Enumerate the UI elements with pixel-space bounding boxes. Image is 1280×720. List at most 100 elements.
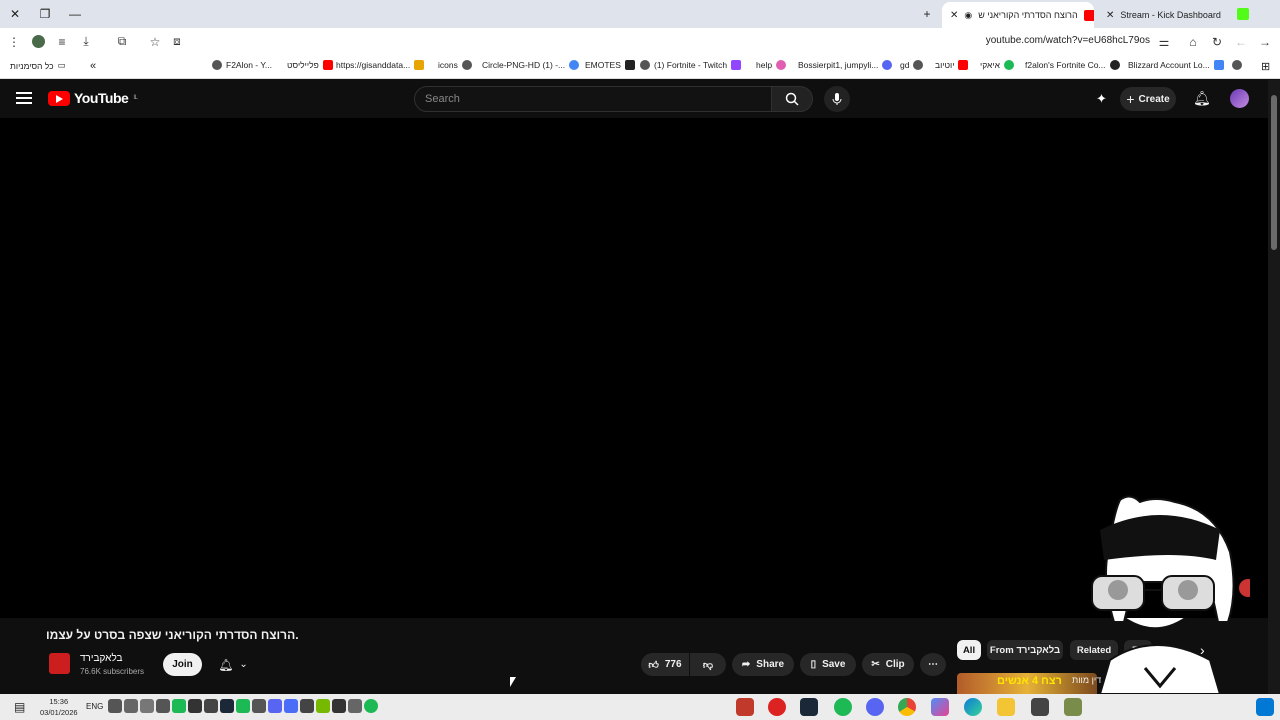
mic-tray-icon[interactable]	[108, 699, 122, 713]
windows-start-icon[interactable]	[1256, 698, 1274, 716]
spotify-tray-icon[interactable]	[364, 699, 378, 713]
tray-icon[interactable]	[332, 699, 346, 713]
file-explorer-icon[interactable]	[997, 698, 1015, 716]
tray-icon[interactable]	[300, 699, 314, 713]
tray-icon[interactable]	[284, 699, 298, 713]
volume-tray-icon[interactable]	[140, 699, 154, 713]
youtube-favicon-icon	[1083, 9, 1094, 21]
screenshot-icon[interactable]: ⧈	[165, 28, 189, 55]
language-indicator[interactable]: ENG	[86, 702, 103, 711]
camera-tray-icon[interactable]	[124, 699, 138, 713]
widgets-icon[interactable]	[1064, 698, 1082, 716]
spotify-tray-icon[interactable]	[172, 699, 186, 713]
download-icon[interactable]: ⤓	[74, 28, 98, 55]
notifications-bell-icon[interactable]: 🔔︎	[1193, 90, 1211, 107]
create-button[interactable]: + Create	[1120, 87, 1176, 111]
bookmark-star-icon[interactable]: ☆	[143, 28, 167, 55]
bookmarks-folder[interactable]: כל הסימניות ▭	[10, 60, 66, 71]
steam-tray-icon[interactable]	[220, 699, 234, 713]
minimize-window-icon[interactable]: —	[60, 0, 90, 28]
nvidia-tray-icon[interactable]	[316, 699, 330, 713]
scrollbar-thumb[interactable]	[1271, 95, 1277, 250]
reload-icon[interactable]: ↻	[1205, 28, 1229, 55]
bookmark-item[interactable]: יוטיוב	[935, 60, 969, 70]
tray-icon[interactable]	[348, 699, 362, 713]
bookmark-item[interactable]: EMOTES	[585, 60, 635, 70]
notification-center-icon[interactable]: ▤	[14, 700, 25, 714]
tray-icon[interactable]	[236, 699, 250, 713]
join-button[interactable]: Join	[163, 653, 202, 676]
bookmark-item[interactable]: icons	[438, 60, 472, 70]
reading-list-icon[interactable]: ≡	[50, 28, 74, 55]
valorant-app-icon[interactable]	[736, 698, 754, 716]
channel-avatar[interactable]	[49, 653, 70, 674]
tab-kick[interactable]: ✕ Stream - Kick Dashboard	[1098, 2, 1248, 28]
chip-all[interactable]: All	[957, 640, 981, 660]
site-settings-icon[interactable]: ⚌	[1152, 28, 1176, 55]
tab-label: Stream - Kick Dashboard	[1120, 10, 1221, 20]
steam-app-icon[interactable]	[800, 698, 818, 716]
voice-search-button[interactable]	[824, 86, 850, 112]
search-icon	[785, 92, 799, 106]
discord-app-icon[interactable]	[866, 698, 884, 716]
collapse-icon[interactable]: «	[90, 60, 96, 72]
hamburger-menu-icon[interactable]	[16, 92, 32, 104]
task-view-icon[interactable]	[1031, 698, 1049, 716]
bookmark-item[interactable]	[1232, 60, 1242, 70]
spotify-app-icon[interactable]	[834, 698, 852, 716]
channel-name[interactable]: בלאקבירד	[80, 653, 123, 664]
search-button[interactable]	[771, 86, 813, 112]
back-icon[interactable]: →	[1253, 28, 1277, 55]
search-input[interactable]: Search	[414, 86, 772, 112]
apps-grid-icon[interactable]: ⊞	[1261, 60, 1270, 73]
edge-app-icon[interactable]	[964, 698, 982, 716]
bookmark-item[interactable]: (1) Fortnite - Twitch	[640, 60, 742, 70]
bookmark-item[interactable]: פלייליסט	[287, 60, 333, 70]
mic-icon	[832, 93, 842, 105]
home-icon[interactable]: ⌂	[1181, 28, 1205, 55]
copilot-app-icon[interactable]	[931, 698, 949, 716]
menu-kebab-icon[interactable]: ⋮	[2, 28, 26, 55]
extensions-icon[interactable]: ⧉	[110, 28, 134, 55]
tray-icon[interactable]	[188, 699, 202, 713]
bookmark-item[interactable]: F2Alon - Y...	[212, 60, 272, 70]
subscription-bell-button[interactable]: 🔔︎ ⌄	[210, 653, 256, 676]
bookmark-item[interactable]: Bossierpit1, jumpyli...	[798, 60, 893, 70]
forward-icon[interactable]: ←	[1229, 28, 1253, 55]
close-tab-icon[interactable]: ✕	[1106, 10, 1114, 21]
bookmark-item[interactable]: f2alon's Fortnite Co...	[1025, 60, 1120, 70]
account-avatar[interactable]	[1230, 89, 1249, 108]
bookmark-item[interactable]: Circle-PNG-HD (1) -...	[482, 60, 580, 70]
app-icon[interactable]	[768, 698, 786, 716]
chip-from-channel[interactable]: From בלאקבירד	[987, 640, 1063, 660]
close-window-icon[interactable]: ✕	[0, 0, 30, 28]
share-button[interactable]: ➦ Share	[732, 653, 794, 676]
tray-icon[interactable]	[252, 699, 266, 713]
streamer-avatar-overlay	[1091, 495, 1250, 694]
address-bar[interactable]: youtube.com/watch?v=eU68hcL79os	[986, 35, 1150, 46]
bookmark-item[interactable]: https://gisanddata...	[336, 60, 425, 70]
tray-icon[interactable]	[204, 699, 218, 713]
bookmark-item[interactable]: help	[756, 60, 787, 70]
youtube-logo[interactable]: YouTube IL	[48, 90, 138, 106]
restore-window-icon[interactable]: ❐	[30, 0, 60, 28]
more-actions-button[interactable]: ⋯	[920, 653, 946, 676]
close-tab-icon[interactable]: ✕	[950, 10, 958, 21]
like-button[interactable]: 👍︎ 776	[641, 653, 689, 676]
system-clock[interactable]: 15:36 03/01/2026	[40, 696, 78, 718]
bookmark-item[interactable]: איאקי	[980, 60, 1014, 70]
clip-button[interactable]: ✂ Clip	[862, 653, 914, 676]
discord-tray-icon[interactable]	[268, 699, 282, 713]
network-tray-icon[interactable]	[156, 699, 170, 713]
tab-audio-icon: ◉	[964, 9, 973, 20]
bookmark-item[interactable]: gd	[900, 60, 924, 70]
shorts-sparkle-icon[interactable]: ✦	[1096, 91, 1112, 107]
save-button[interactable]: ▯ Save	[800, 653, 856, 676]
tab-label: הרוצח הסדרתי הקוריאני ש	[978, 10, 1078, 20]
new-tab-icon[interactable]: +	[912, 0, 942, 28]
dislike-button[interactable]: 👎︎	[690, 653, 726, 676]
tab-youtube[interactable]: ✕ ◉ הרוצח הסדרתי הקוריאני ש	[942, 2, 1094, 28]
chrome-app-icon[interactable]	[898, 698, 916, 716]
bookmark-item[interactable]: Blizzard Account Lo...	[1128, 60, 1224, 70]
profile-icon[interactable]	[26, 28, 50, 55]
